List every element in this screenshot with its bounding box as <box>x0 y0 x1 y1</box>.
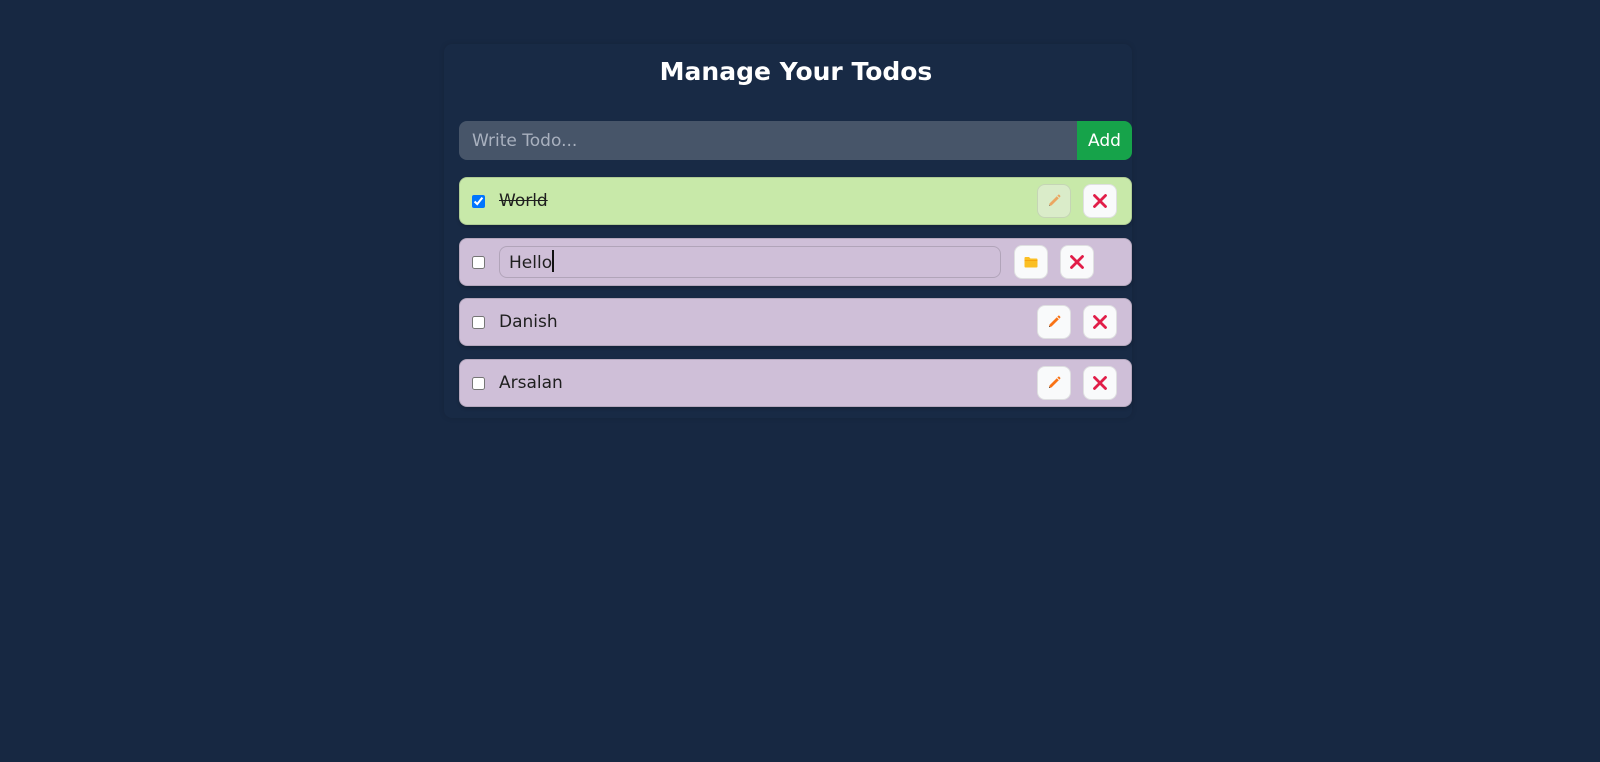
todo-item: Hello <box>459 238 1132 286</box>
add-button[interactable]: Add <box>1077 121 1132 160</box>
todo-checkbox[interactable] <box>472 376 485 390</box>
close-icon <box>1093 315 1107 329</box>
close-icon <box>1093 194 1107 208</box>
todo-edit-value: Hello <box>509 253 553 273</box>
todo-item: Danish <box>459 298 1132 346</box>
edit-button[interactable] <box>1037 366 1071 400</box>
pencil-icon <box>1049 376 1061 388</box>
todo-checkbox[interactable] <box>472 315 485 329</box>
todo-item: World <box>459 177 1132 225</box>
delete-button[interactable] <box>1083 305 1117 339</box>
close-icon <box>1093 376 1107 390</box>
todo-edit-input[interactable]: Hello <box>499 246 1001 278</box>
edit-button[interactable] <box>1037 305 1071 339</box>
delete-button[interactable] <box>1083 366 1117 400</box>
folder-icon <box>1024 257 1038 268</box>
todo-form: Add <box>459 121 1132 160</box>
todo-checkbox[interactable] <box>472 194 485 208</box>
delete-button[interactable] <box>1083 184 1117 218</box>
todo-checkbox[interactable] <box>472 255 485 269</box>
todo-text: World <box>499 191 548 211</box>
close-icon <box>1070 255 1084 269</box>
save-button[interactable] <box>1014 245 1048 279</box>
text-caret <box>552 250 555 272</box>
page-title: Manage Your Todos <box>659 57 933 86</box>
todo-item: Arsalan <box>459 359 1132 407</box>
pencil-icon <box>1049 194 1061 206</box>
todo-text: Danish <box>499 312 558 332</box>
delete-button[interactable] <box>1060 245 1094 279</box>
pencil-icon <box>1049 315 1061 327</box>
todo-input[interactable] <box>459 121 1077 160</box>
edit-button[interactable] <box>1037 184 1071 218</box>
todo-text: Arsalan <box>499 373 563 393</box>
